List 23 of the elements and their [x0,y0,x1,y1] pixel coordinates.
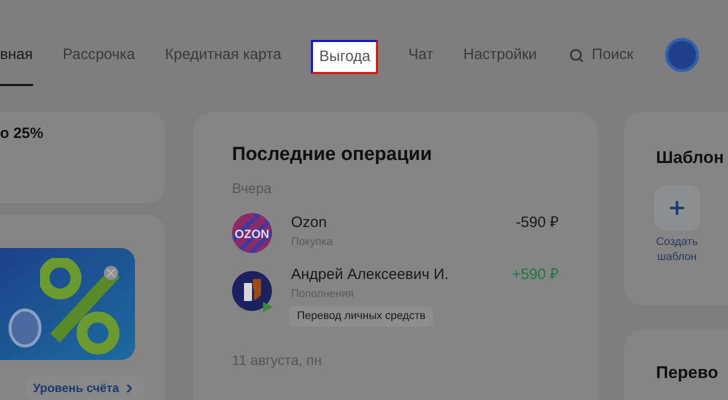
search-icon [568,48,584,62]
active-tab-underline [0,84,33,86]
create-template-button[interactable]: Создать шаблон [646,184,708,264]
nav-tab[interactable]: вная [0,40,33,70]
templates-title: Шаблон [656,147,725,169]
bank-logo [232,271,272,311]
promo-title: о 25% [0,125,44,142]
operation-amount: -590 ₽ [516,213,559,233]
nav-tab[interactable]: Настройки [463,40,537,70]
transfers-title: Перево [656,363,718,382]
search-button[interactable]: Поиск [568,40,634,70]
operation-tag: Перевод личных средств [289,306,434,326]
transfer-icon [262,301,274,313]
ozon-logo: OZON [232,213,272,253]
nav-tab[interactable]: Выгода [311,40,378,74]
avatar[interactable] [665,38,700,72]
operations-title: Последние операции [232,143,433,167]
operation-name: Андрей Алексеевич И. [291,265,449,285]
nav-tab[interactable]: Чат [408,40,434,70]
operation-amount: +590 ₽ [512,265,559,285]
nav-tab[interactable]: Рассрочка [62,40,135,70]
nav-tab[interactable]: Кредитная карта [164,40,282,70]
operation-name: Ozon [291,213,327,233]
